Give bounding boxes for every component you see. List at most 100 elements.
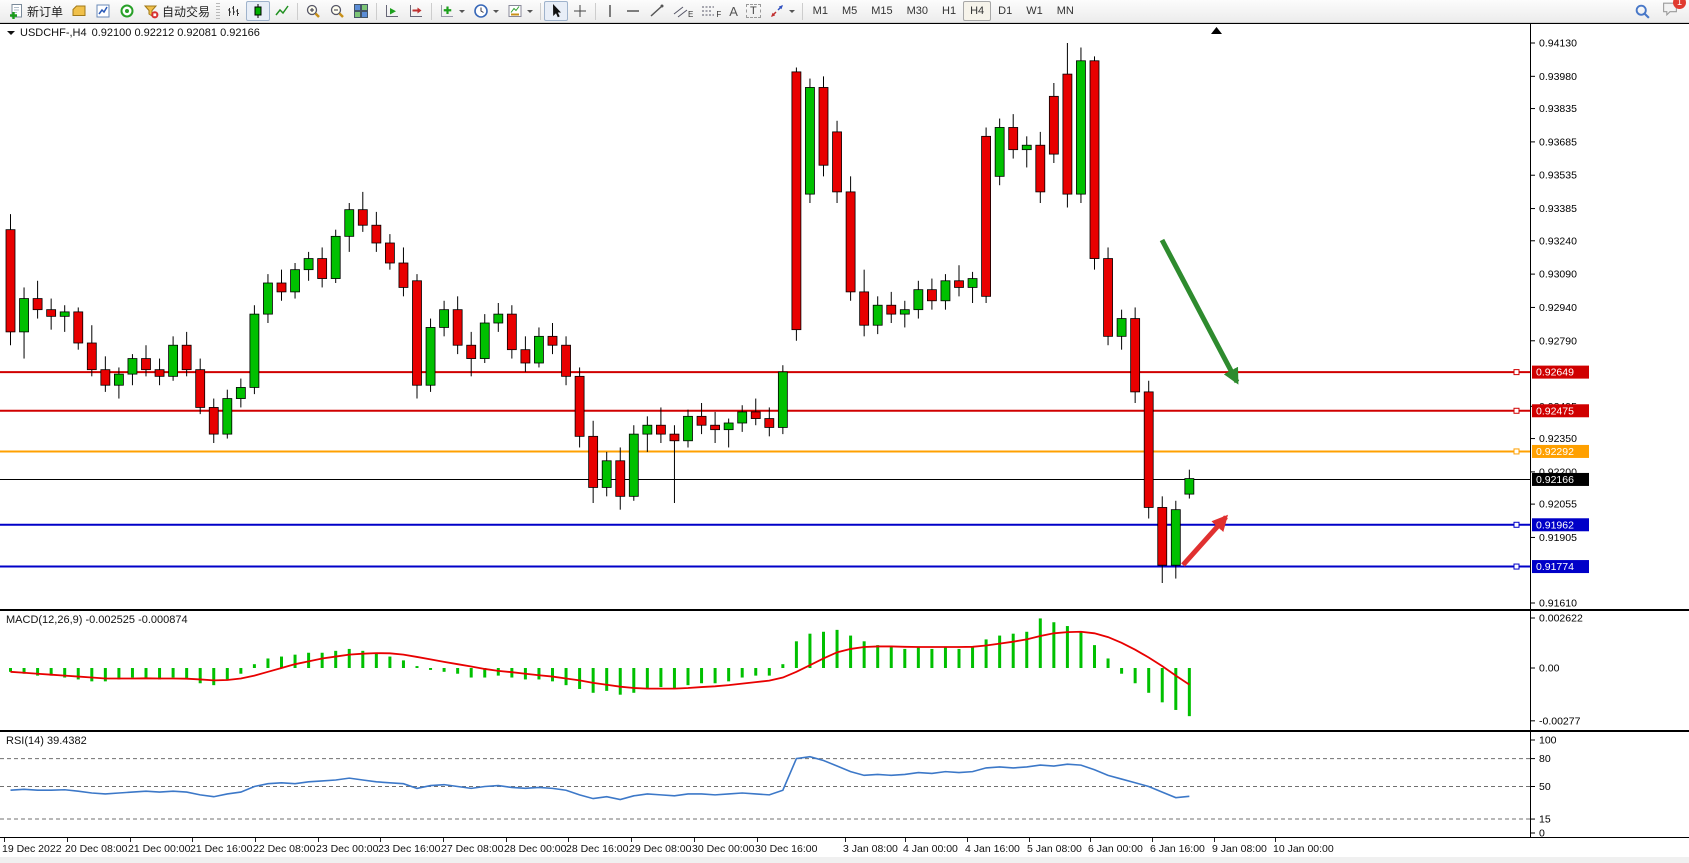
candle-body <box>223 399 232 435</box>
candle-body <box>1171 510 1180 566</box>
price-tick-label: 0.93385 <box>1539 203 1577 215</box>
time-axis-label: 22 Dec 08:00 <box>253 843 315 855</box>
zoom-out-button[interactable] <box>325 1 349 21</box>
chart-shift-button[interactable] <box>404 1 428 21</box>
templates-button[interactable] <box>503 1 537 21</box>
text-label-tool-label: T <box>746 4 761 18</box>
search-button[interactable] <box>1630 1 1655 21</box>
candle-body <box>47 310 56 317</box>
chevron-down-icon <box>459 10 465 16</box>
crosshair-button[interactable] <box>568 1 592 21</box>
chart-title[interactable]: USDCHF-,H4 0.92100 0.92212 0.92081 0.921… <box>7 27 260 39</box>
auto-trading-icon <box>143 3 159 19</box>
rsi-tick-label: 80 <box>1539 753 1551 765</box>
equidistant-channel-button[interactable]: E <box>669 1 697 21</box>
fibonacci-button[interactable]: F <box>697 1 725 21</box>
timeframe-button-H1[interactable]: H1 <box>935 1 963 21</box>
timeframe-button-M15[interactable]: M15 <box>864 1 899 21</box>
rsi-line <box>11 757 1190 800</box>
price-level-badge-label: 0.91962 <box>1536 519 1574 531</box>
timeframe-button-H4[interactable]: H4 <box>963 1 991 21</box>
macd-panel-canvas[interactable]: 0.0026220.00-0.00277 <box>0 610 1689 731</box>
candle-body <box>873 305 882 325</box>
bar-chart-button[interactable] <box>222 1 246 21</box>
horizontal-line-button[interactable] <box>621 1 645 21</box>
candle-body <box>792 72 801 330</box>
candle-body <box>74 312 83 343</box>
time-axis-tick <box>380 838 381 842</box>
chart-profiles-button[interactable] <box>67 1 91 21</box>
time-axis-label: 28 Dec 00:00 <box>504 843 566 855</box>
candle-body <box>304 259 313 270</box>
candle-body <box>426 327 435 385</box>
toolbar-separator <box>376 3 377 20</box>
zoom-in-button[interactable] <box>301 1 325 21</box>
toolbar-separator <box>431 3 432 20</box>
toolbar-separator <box>802 3 803 20</box>
price-tick-label: 0.91905 <box>1539 532 1577 544</box>
time-axis-label: 6 Jan 00:00 <box>1088 843 1143 855</box>
candle-body <box>562 345 571 376</box>
cursor-button[interactable] <box>544 1 568 21</box>
time-axis-tick <box>1214 838 1215 842</box>
candle-body <box>128 359 137 375</box>
text-label-button[interactable]: T <box>742 1 765 21</box>
time-axis-label: 21 Dec 00:00 <box>128 843 190 855</box>
tile-windows-icon <box>353 3 369 19</box>
price-level-badge-label: 0.92649 <box>1536 367 1574 379</box>
timeframe-button-M1[interactable]: M1 <box>806 1 835 21</box>
price-chart-canvas[interactable]: 0.941300.939800.938350.936850.935350.933… <box>0 23 1689 610</box>
line-chart-button[interactable] <box>270 1 294 21</box>
text-tool-label: A <box>729 4 738 19</box>
candle-body <box>995 127 1004 176</box>
timeframe-button-M5[interactable]: M5 <box>835 1 864 21</box>
rsi-panel-canvas[interactable]: 1008050150 <box>0 731 1689 838</box>
candle-body <box>751 412 760 419</box>
market-watch-icon <box>95 3 111 19</box>
candle-body <box>670 434 679 441</box>
time-axis-tick <box>1090 838 1091 842</box>
periods-button[interactable] <box>469 1 503 21</box>
chat-button[interactable]: 1 <box>1661 0 1679 22</box>
chart-shift-icon <box>408 3 424 19</box>
vertical-line-button[interactable] <box>599 1 621 21</box>
time-axis-label: 9 Jan 08:00 <box>1212 843 1267 855</box>
time-axis-label: 20 Dec 08:00 <box>65 843 127 855</box>
timeframe-button-MN[interactable]: MN <box>1050 1 1081 21</box>
tile-windows-button[interactable] <box>349 1 373 21</box>
price-tick-label: 0.93535 <box>1539 170 1577 182</box>
candle-body <box>494 314 503 323</box>
text-button[interactable]: A <box>725 1 742 21</box>
auto-trading-button[interactable]: 自动交易 <box>139 1 214 21</box>
rsi-tick-label: 0 <box>1539 828 1545 839</box>
candle-body <box>1022 145 1031 149</box>
time-axis-label: 28 Dec 16:00 <box>566 843 628 855</box>
chart-profiles-icon <box>71 3 87 19</box>
indicators-button[interactable] <box>435 1 469 21</box>
candle-body <box>277 283 286 292</box>
price-tick-label: 0.93835 <box>1539 103 1577 115</box>
candle-body <box>507 314 516 350</box>
timeframe-button-W1[interactable]: W1 <box>1019 1 1050 21</box>
auto-trading-label: 自动交易 <box>162 3 210 20</box>
time-axis[interactable]: 19 Dec 202220 Dec 08:0021 Dec 00:0021 De… <box>0 838 1689 863</box>
indicators-icon <box>439 3 455 19</box>
annotation-arrow-down[interactable] <box>1162 240 1237 382</box>
navigator-button[interactable] <box>115 1 139 21</box>
candlestick-chart-button[interactable] <box>246 1 270 21</box>
time-axis-label: 4 Jan 16:00 <box>965 843 1020 855</box>
candle-body <box>1049 96 1058 154</box>
time-axis-label: 4 Jan 00:00 <box>903 843 958 855</box>
time-axis-tick <box>192 838 193 842</box>
trendline-button[interactable] <box>645 1 669 21</box>
auto-scroll-button[interactable] <box>380 1 404 21</box>
timeframe-button-M30[interactable]: M30 <box>900 1 935 21</box>
price-tick-label: 0.91610 <box>1539 598 1577 610</box>
new-order-button[interactable]: 新订单 <box>4 1 67 21</box>
timeframe-button-D1[interactable]: D1 <box>991 1 1019 21</box>
arrows-button[interactable] <box>765 1 799 21</box>
candle-body <box>805 87 814 194</box>
time-axis-tick <box>845 838 846 842</box>
candle-body <box>982 136 991 296</box>
market-watch-button[interactable] <box>91 1 115 21</box>
